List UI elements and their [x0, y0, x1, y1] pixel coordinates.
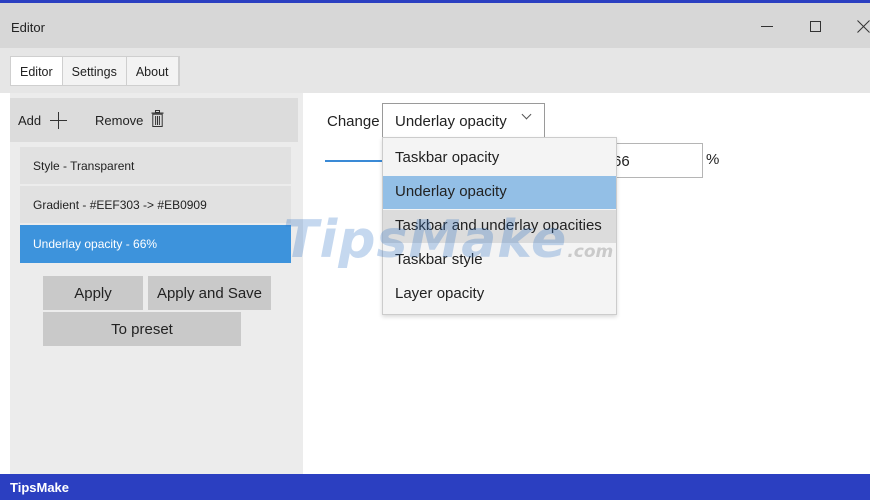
option-taskbar-style[interactable]: Taskbar style [383, 244, 616, 277]
option-underlay-opacity[interactable]: Underlay opacity [383, 176, 616, 209]
remove-preset-button[interactable]: Remove [95, 98, 164, 142]
tab-settings[interactable]: Settings [63, 57, 127, 85]
opacity-slider[interactable] [325, 160, 385, 162]
minimize-icon [761, 25, 773, 27]
chevron-down-icon [521, 109, 532, 120]
preset-item[interactable]: Style - Transparent [20, 147, 291, 184]
status-bar: TipsMake [0, 474, 870, 500]
brand-label: TipsMake [10, 480, 70, 495]
option-taskbar-opacity[interactable]: Taskbar opacity [383, 142, 616, 175]
preset-sidebar: Add Remove Style - Transparent Gradient … [10, 93, 303, 474]
preset-toolbar: Add Remove [10, 98, 298, 142]
to-preset-button[interactable]: To preset [43, 312, 241, 346]
preset-item-selected[interactable]: Underlay opacity - 66% [20, 225, 291, 263]
add-label: Add [18, 112, 42, 128]
title-bar: Editor [0, 0, 870, 48]
percent-unit: % [706, 151, 720, 168]
plus-icon [50, 111, 68, 129]
maximize-icon [809, 20, 821, 32]
option-layer-opacity[interactable]: Layer opacity [383, 278, 616, 311]
change-label: Change [327, 113, 380, 130]
preset-list: Style - Transparent Gradient - #EEF303 -… [20, 147, 291, 265]
remove-label: Remove [95, 112, 144, 128]
tab-editor[interactable]: Editor [11, 57, 63, 85]
apply-and-save-button[interactable]: Apply and Save [148, 276, 271, 310]
apply-button[interactable]: Apply [43, 276, 143, 310]
maximize-button[interactable] [800, 13, 830, 39]
tab-strip: Editor Settings About [10, 56, 180, 86]
window-title: Editor [11, 20, 45, 35]
close-icon [857, 20, 870, 33]
tab-about[interactable]: About [127, 57, 179, 85]
change-select-value: Underlay opacity [395, 113, 507, 130]
add-preset-button[interactable]: Add [18, 98, 68, 142]
close-button[interactable] [848, 13, 870, 39]
change-dropdown-menu: Taskbar opacity Underlay opacity Taskbar… [382, 137, 617, 315]
preset-item[interactable]: Gradient - #EEF303 -> #EB0909 [20, 186, 291, 223]
trash-icon [151, 110, 164, 130]
option-taskbar-and-underlay-opacities[interactable]: Taskbar and underlay opacities [383, 210, 616, 243]
change-select[interactable]: Underlay opacity [382, 103, 545, 138]
minimize-button[interactable] [752, 13, 782, 39]
tab-bar: Editor Settings About [0, 48, 870, 93]
